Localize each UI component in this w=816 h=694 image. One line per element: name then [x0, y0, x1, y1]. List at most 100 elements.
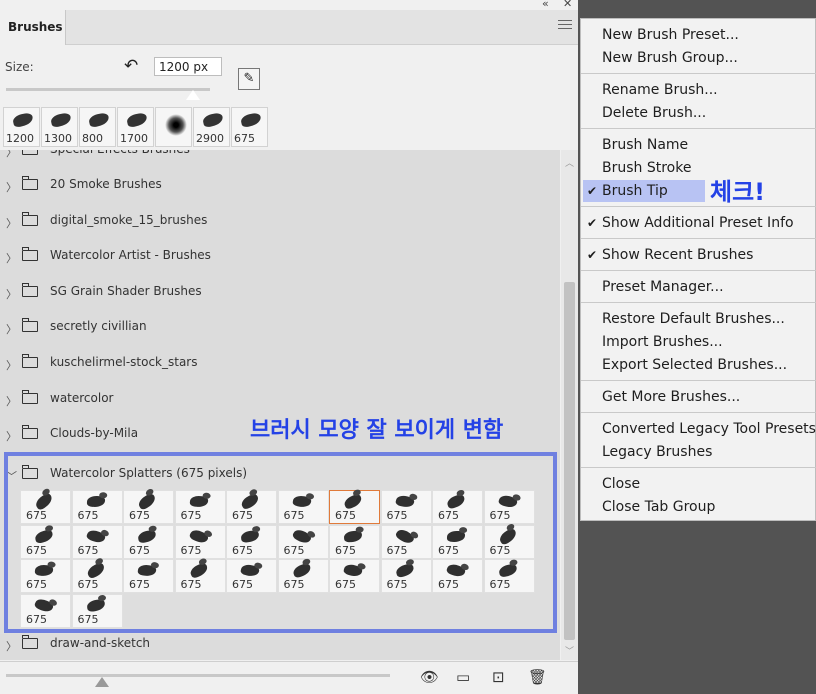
recent-brush-item[interactable]: 1200 — [3, 107, 40, 147]
brush-preset[interactable]: 675 — [71, 524, 123, 559]
scroll-down-icon[interactable]: ﹀ — [565, 644, 574, 657]
folder-row[interactable]: 〉 watercolor — [0, 385, 560, 415]
menu-item[interactable]: Delete Brush... — [581, 102, 816, 124]
menu-item[interactable]: Preset Manager... — [581, 276, 816, 298]
brush-preset[interactable]: 675 — [483, 490, 535, 524]
folder-row[interactable]: 〉 SG Grain Shader Brushes — [0, 278, 560, 308]
brush-preset[interactable]: 675 — [432, 524, 483, 559]
recent-brush-item[interactable]: 1300 — [41, 107, 78, 147]
brush-preset[interactable]: 675 — [483, 559, 535, 593]
collapse-icon[interactable]: « — [542, 0, 549, 10]
menu-item[interactable]: Brush Stroke — [581, 157, 816, 179]
brush-preset[interactable]: 675 — [123, 490, 174, 524]
folder-row[interactable]: 〉 draw-and-sketch — [0, 630, 560, 660]
chevron-right-icon[interactable]: 〉 — [6, 286, 17, 302]
scrollbar-thumb[interactable] — [564, 282, 575, 640]
preview-size-slider[interactable] — [6, 674, 390, 677]
new-brush-icon[interactable]: ⊡ — [492, 668, 505, 686]
chevron-right-icon[interactable]: 〉 — [6, 357, 17, 373]
scroll-up-icon[interactable]: ︿ — [565, 156, 574, 169]
trash-icon[interactable]: 🗑 — [528, 668, 547, 686]
folder-row[interactable]: 〉 20 Smoke Brushes — [0, 171, 560, 201]
brush-settings-icon[interactable]: ✎ — [238, 68, 260, 90]
recent-brush-item[interactable]: 800 — [79, 107, 116, 147]
brush-preset[interactable]: 675 — [123, 559, 174, 593]
menu-item[interactable]: Legacy Brushes — [581, 441, 816, 463]
brush-preset[interactable]: 675 — [226, 490, 277, 524]
brush-preset[interactable]: 675 — [483, 524, 535, 559]
brush-preset[interactable]: 675 — [20, 524, 71, 559]
menu-item[interactable]: Export Selected Brushes... — [581, 354, 816, 376]
menu-item[interactable]: Restore Default Brushes... — [581, 308, 816, 330]
brush-preset[interactable]: 675 — [174, 524, 226, 559]
brush-preset[interactable]: 675 — [20, 559, 71, 593]
folder-row[interactable]: 〉 secretly civillian — [0, 313, 560, 343]
new-group-icon[interactable]: ▭ — [456, 668, 470, 686]
menu-item[interactable]: ✔ Brush Tip — [583, 180, 705, 202]
eye-brush-icon[interactable]: 👁 — [420, 668, 439, 686]
chevron-right-icon[interactable]: 〉 — [6, 215, 17, 231]
menu-item[interactable]: Import Brushes... — [581, 331, 816, 353]
chevron-right-icon[interactable]: 〉 — [6, 321, 17, 337]
splatter-tip-icon — [445, 493, 467, 510]
brush-preset[interactable]: 675 — [71, 490, 123, 524]
chevron-down-icon[interactable]: ﹀ — [6, 468, 17, 484]
close-icon[interactable]: ✕ — [563, 0, 572, 10]
brush-preset[interactable]: 675 — [380, 559, 432, 593]
menu-item[interactable]: Close — [581, 473, 816, 495]
brush-preset[interactable]: 675 — [329, 490, 380, 524]
scrollbar[interactable]: ︿ ﹀ — [561, 150, 578, 660]
folder-row[interactable]: 〉 Watercolor Artist - Brushes — [0, 242, 560, 272]
chevron-right-icon[interactable]: 〉 — [6, 393, 17, 409]
brush-size-label: 675 — [77, 509, 99, 522]
recent-brush-item[interactable]: 2900 — [193, 107, 230, 147]
folder-row[interactable]: 〉 kuschelirmel-stock_stars — [0, 349, 560, 379]
reset-size-icon[interactable]: ↶ — [124, 56, 138, 76]
brush-preset[interactable]: 675 — [432, 490, 483, 524]
brush-preset[interactable]: 675 — [277, 559, 329, 593]
recent-brush-item[interactable] — [155, 107, 192, 147]
brush-preset[interactable]: 675 — [432, 559, 483, 593]
menu-item[interactable]: Converted Legacy Tool Presets — [581, 418, 816, 440]
chevron-right-icon[interactable]: 〉 — [6, 179, 17, 195]
menu-item[interactable]: Brush Name — [581, 134, 816, 156]
menu-item[interactable]: New Brush Preset... — [581, 24, 816, 46]
brush-preset[interactable]: 675 — [123, 524, 174, 559]
brush-preset[interactable]: 675 — [380, 490, 432, 524]
folder-row[interactable]: 〉 digital_smoke_15_brushes — [0, 207, 560, 237]
brush-preset[interactable]: 675 — [20, 490, 71, 524]
menu-item[interactable]: ✔ Show Recent Brushes — [581, 244, 816, 266]
folder-row[interactable]: ﹀ Watercolor Splatters (675 pixels) — [0, 460, 560, 486]
preview-size-thumb[interactable] — [95, 677, 109, 687]
brush-preset[interactable]: 675 — [226, 559, 277, 593]
brush-preset[interactable]: 675 — [329, 559, 380, 593]
recent-brush-item[interactable]: 1700 — [117, 107, 154, 147]
size-slider[interactable] — [6, 88, 210, 91]
menu-item[interactable]: ✔ Show Additional Preset Info — [581, 212, 816, 234]
panel-menu-icon[interactable] — [558, 20, 572, 30]
menu-item[interactable]: Get More Brushes... — [581, 386, 816, 408]
folder-row[interactable]: 〉 Special Effects Brushes — [0, 150, 560, 166]
chevron-right-icon[interactable]: 〉 — [6, 428, 17, 444]
brush-preset[interactable]: 675 — [71, 559, 123, 593]
brush-preset[interactable]: 675 — [174, 490, 226, 524]
tab-brushes[interactable]: Brushes — [0, 10, 66, 45]
size-input[interactable]: 1200 px — [154, 57, 222, 76]
brush-preset[interactable]: 675 — [226, 524, 277, 559]
menu-item[interactable]: Rename Brush... — [581, 79, 816, 101]
chevron-right-icon[interactable]: 〉 — [6, 150, 17, 160]
recent-brush-item[interactable]: 675 — [231, 107, 268, 147]
chevron-right-icon[interactable]: 〉 — [6, 250, 17, 266]
brush-preset[interactable]: 675 — [174, 559, 226, 593]
menu-item[interactable]: New Brush Group... — [581, 47, 816, 69]
menu-item-label: Import Brushes... — [602, 334, 723, 350]
brush-preset[interactable]: 675 — [20, 593, 71, 628]
chevron-right-icon[interactable]: 〉 — [6, 638, 17, 654]
brush-preset[interactable]: 675 — [277, 490, 329, 524]
menu-item[interactable]: Close Tab Group — [581, 496, 816, 518]
brush-preset[interactable]: 675 — [380, 524, 432, 559]
brush-preset[interactable]: 675 — [329, 524, 380, 559]
brush-preset[interactable]: 675 — [277, 524, 329, 559]
size-slider-thumb[interactable] — [185, 89, 201, 101]
brush-preset[interactable]: 675 — [71, 593, 123, 628]
